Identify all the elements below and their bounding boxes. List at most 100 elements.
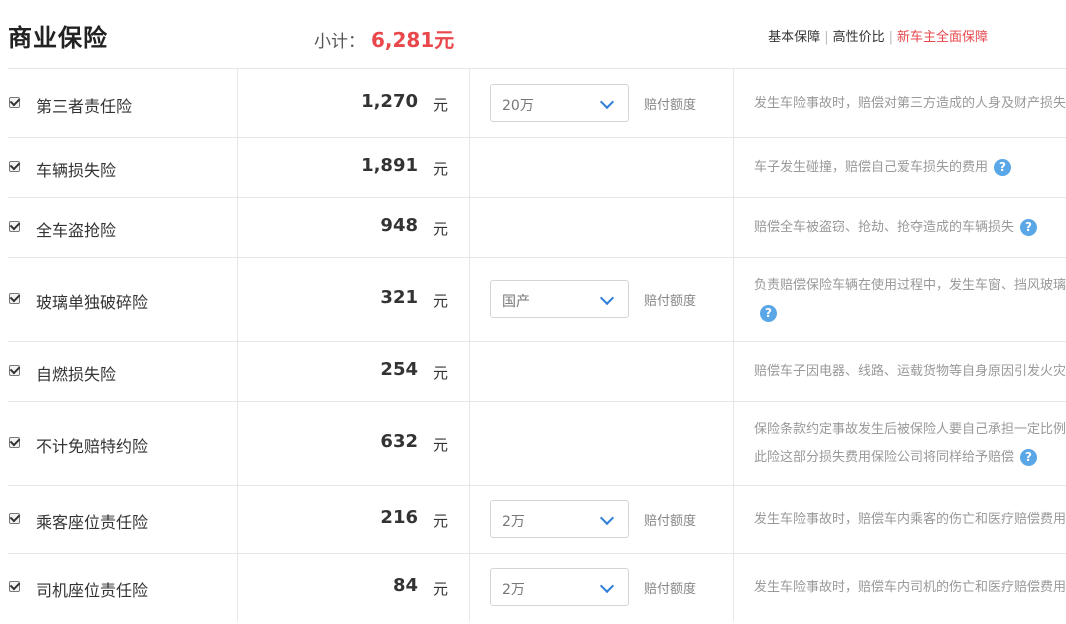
plan-full[interactable]: 新车主全面保障 — [897, 30, 988, 45]
insurance-name: 玻璃单独破碎险 — [36, 293, 149, 312]
coverage-select-value: 2万 — [502, 582, 525, 598]
description-text: 发生车险事故时，赔偿车内司机的伤亡和医疗赔偿费用 — [754, 580, 1066, 595]
insurance-price: 948 — [380, 215, 418, 236]
select-checkbox[interactable] — [9, 293, 20, 304]
chevron-down-icon — [599, 290, 615, 306]
chevron-down-icon — [599, 510, 615, 526]
insurance-row: 不计免赔特约险 632 元 保险条款约定事故发生后被保险人要自己承担一定比例 此险这部分… — [8, 401, 1066, 485]
page-title: 商业保险 — [8, 24, 108, 52]
description-text: 负责赔偿保险车辆在使用过程中，发生车窗、挡风玻璃 — [754, 278, 1066, 293]
plan-switcher: 基本保障 | 高性价比 | 新车主全面保障 — [768, 26, 988, 45]
insurance-row: 第三者责任险 1,270 元 20万 赔付额度 发生车险事故时，赔偿对第三方造成的人身及财… — [8, 68, 1066, 137]
column-divider — [237, 69, 238, 137]
help-icon[interactable]: ? — [1020, 219, 1038, 236]
description-line: 此险这部分损失费用保险公司将同样给予赔偿? — [754, 444, 1066, 472]
description-line: 发生车险事故时，赔偿对第三方造成的人身及财产损失 — [754, 90, 1066, 118]
price-unit: 元 — [433, 512, 449, 530]
insurance-description: 发生车险事故时，赔偿车内乘客的伤亡和医疗赔偿费用 — [754, 506, 1066, 534]
column-divider — [237, 198, 238, 257]
column-divider — [733, 69, 734, 137]
description-line: 负责赔偿保险车辆在使用过程中，发生车窗、挡风玻璃 — [754, 272, 1066, 300]
price-unit: 元 — [433, 364, 449, 382]
description-line: 发生车险事故时，赔偿车内乘客的伤亡和医疗赔偿费用 — [754, 506, 1066, 534]
coverage-select-value: 20万 — [502, 97, 534, 114]
select-checkbox[interactable] — [9, 221, 20, 232]
column-divider — [733, 486, 734, 553]
insurance-price: 84 — [392, 575, 418, 596]
insurance-name: 车辆损失险 — [36, 161, 117, 180]
price-unit: 元 — [433, 95, 449, 114]
price-unit: 元 — [433, 580, 449, 598]
help-icon[interactable]: ? — [760, 305, 777, 322]
description-line: ? — [754, 300, 1066, 328]
plan-separator: | — [888, 30, 893, 45]
column-divider — [733, 402, 734, 485]
plan-basic[interactable]: 基本保障 — [768, 30, 820, 45]
insurance-row: 玻璃单独破碎险 321 元 国产 赔付额度 负责赔偿保险车辆在使用过程中，发生车窗、挡风玻… — [8, 257, 1066, 341]
chevron-down-icon — [599, 94, 615, 109]
insurance-price: 321 — [380, 287, 418, 308]
insurance-price: 254 — [380, 359, 418, 380]
price-unit: 元 — [433, 220, 449, 238]
insurance-price: 216 — [380, 507, 418, 528]
column-divider — [237, 258, 238, 341]
column-divider — [733, 554, 734, 621]
insurance-price: 1,891 — [361, 155, 418, 176]
insurance-description: 车子发生碰撞，赔偿自己爱车损失的费用? — [754, 154, 1066, 182]
column-divider — [469, 198, 470, 257]
coverage-select[interactable]: 2万 — [490, 500, 629, 538]
insurance-description: 发生车险事故时，赔偿对第三方造成的人身及财产损失 — [754, 90, 1066, 118]
coverage-select[interactable]: 20万 — [490, 83, 629, 122]
select-checkbox[interactable] — [9, 513, 20, 524]
column-divider — [469, 554, 470, 621]
column-divider — [237, 138, 238, 197]
column-divider — [733, 258, 734, 341]
description-text: 赔偿全车被盗窃、抢劫、抢夺造成的车辆损失 — [754, 220, 1015, 235]
select-checkbox[interactable] — [9, 365, 20, 376]
insurance-row: 自燃损失险 254 元 赔偿车子因电器、线路、运载货物等自身原因引发火灾 — [8, 341, 1066, 401]
select-checkbox[interactable] — [9, 96, 20, 108]
column-divider — [733, 198, 734, 257]
coverage-select-value: 国产 — [502, 294, 530, 310]
insurance-table: 第三者责任险 1,270 元 20万 赔付额度 发生车险事故时，赔偿对第三方造成的人身及财… — [8, 68, 1066, 621]
price-unit: 元 — [433, 292, 449, 310]
column-divider — [237, 554, 238, 621]
description-line: 赔偿车子因电器、线路、运载货物等自身原因引发火灾 — [754, 358, 1066, 386]
description-line: 发生车险事故时，赔偿车内司机的伤亡和医疗赔偿费用 — [754, 574, 1066, 602]
column-divider — [237, 342, 238, 401]
description-text: 车子发生碰撞，赔偿自己爱车损失的费用 — [754, 160, 989, 175]
coverage-select[interactable]: 国产 — [490, 280, 629, 318]
insurance-price: 632 — [380, 431, 418, 452]
coverage-select-value: 2万 — [502, 514, 525, 530]
plan-separator: | — [824, 30, 829, 45]
insurance-row: 车辆损失险 1,891 元 车子发生碰撞，赔偿自己爱车损失的费用? — [8, 137, 1066, 197]
column-divider — [733, 342, 734, 401]
description-text: 发生车险事故时，赔偿对第三方造成的人身及财产损失 — [754, 95, 1066, 111]
subtotal-value: 6,281元 — [371, 28, 455, 52]
help-icon[interactable]: ? — [1020, 449, 1038, 466]
column-divider — [469, 342, 470, 401]
description-line: 赔偿全车被盗窃、抢劫、抢夺造成的车辆损失? — [754, 214, 1066, 242]
column-divider — [469, 402, 470, 485]
select-checkbox[interactable] — [9, 581, 20, 592]
price-unit: 元 — [433, 436, 449, 454]
column-divider — [237, 486, 238, 553]
description-line: 保险条款约定事故发生后被保险人要自己承担一定比例 — [754, 416, 1066, 444]
plan-value[interactable]: 高性价比 — [833, 30, 885, 45]
insurance-row: 全车盗抢险 948 元 赔偿全车被盗窃、抢劫、抢夺造成的车辆损失? — [8, 197, 1066, 257]
insurance-description: 赔偿全车被盗窃、抢劫、抢夺造成的车辆损失? — [754, 214, 1066, 242]
select-checkbox[interactable] — [9, 437, 20, 448]
column-divider — [733, 138, 734, 197]
insurance-name: 自燃损失险 — [36, 365, 117, 384]
insurance-name: 乘客座位责任险 — [36, 513, 149, 532]
insurance-description: 负责赔偿保险车辆在使用过程中，发生车窗、挡风玻璃? — [754, 272, 1066, 328]
price-unit: 元 — [433, 160, 449, 178]
insurance-description: 保险条款约定事故发生后被保险人要自己承担一定比例 此险这部分损失费用保险公司将同样… — [754, 416, 1066, 472]
insurance-name: 司机座位责任险 — [36, 581, 149, 600]
insurance-description: 发生车险事故时，赔偿车内司机的伤亡和医疗赔偿费用 — [754, 574, 1066, 602]
insurance-row: 司机座位责任险 84 元 2万 赔付额度 发生车险事故时，赔偿车内司机的伤亡和医疗赔偿费用 — [8, 553, 1066, 621]
coverage-select[interactable]: 2万 — [490, 568, 629, 606]
coverage-label: 赔付额度 — [644, 294, 697, 309]
help-icon[interactable]: ? — [994, 159, 1012, 176]
select-checkbox[interactable] — [9, 161, 20, 172]
